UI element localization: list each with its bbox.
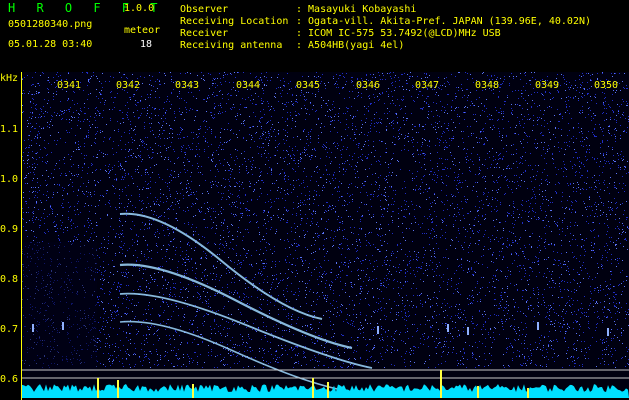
app-version: 1.0.0 xyxy=(124,3,155,14)
blip-2 xyxy=(62,322,64,330)
filename-label: 0501280340.png xyxy=(8,19,93,30)
time-tick-7: 0347 xyxy=(415,80,440,91)
frequency-unit-label: kHz xyxy=(0,73,19,84)
freq-tick-4: 0.8 xyxy=(0,274,19,285)
baseline-spike-3 xyxy=(192,384,194,398)
time-tick-4: 0344 xyxy=(236,80,261,91)
time-tick-9: 0349 xyxy=(535,80,560,91)
baseline-spike-5 xyxy=(327,382,329,398)
time-tick-6: 0346 xyxy=(356,80,381,91)
antenna-label: Receiving antenna xyxy=(180,40,283,51)
blip-7 xyxy=(607,328,609,336)
frequency-axis-line xyxy=(21,72,22,400)
observer-label: Observer xyxy=(180,4,229,15)
baseline-spike-2 xyxy=(117,380,119,398)
baseline-spike-8 xyxy=(527,388,529,398)
datetime-label: 05.01.28 03:40 xyxy=(8,39,93,50)
meteor-label: meteor xyxy=(124,25,161,36)
blip-6 xyxy=(537,322,539,330)
blip-4 xyxy=(447,324,449,332)
meteor-count: 18 xyxy=(140,39,153,50)
freq-tick-2: 1.0 xyxy=(0,174,19,185)
location-label: Receiving Location xyxy=(180,16,289,27)
spectrogram-canvas xyxy=(22,72,629,398)
time-tick-2: 0342 xyxy=(116,80,141,91)
header-panel: H R O F F T 1.0.0 0501280340.png meteor … xyxy=(0,0,629,72)
dark-band xyxy=(22,242,97,372)
blip-1 xyxy=(32,324,34,332)
receiver-label: Receiver xyxy=(180,28,229,39)
freq-tick-6: 0.6 xyxy=(0,374,19,385)
baseline-spike-1 xyxy=(97,378,99,398)
antenna-value: : A504HB(yagi 4el) xyxy=(296,40,405,51)
freq-tick-5: 0.7 xyxy=(0,324,19,335)
time-tick-5: 0345 xyxy=(296,80,321,91)
blip-3 xyxy=(377,326,379,334)
time-tick-3: 0343 xyxy=(175,80,200,91)
time-tick-8: 0348 xyxy=(475,80,500,91)
baseline-spike-6 xyxy=(440,370,442,398)
baseline-spike-4 xyxy=(312,378,314,398)
freq-tick-3: 0.9 xyxy=(0,224,19,235)
blip-5 xyxy=(467,327,469,335)
time-tick-10: 0350 xyxy=(594,80,619,91)
receiver-value: : ICOM IC-575 53.7492(@LCD)MHz USB xyxy=(296,28,501,39)
location-value: : Ogata-vill. Akita-Pref. JAPAN (139.96E… xyxy=(296,16,592,27)
freq-tick-1: 1.1 xyxy=(0,124,19,135)
time-tick-1: 0341 xyxy=(57,80,82,91)
baseline-spike-7 xyxy=(477,386,479,398)
observer-value: : Masayuki Kobayashi xyxy=(296,4,417,15)
spectrogram-panel xyxy=(22,72,629,398)
